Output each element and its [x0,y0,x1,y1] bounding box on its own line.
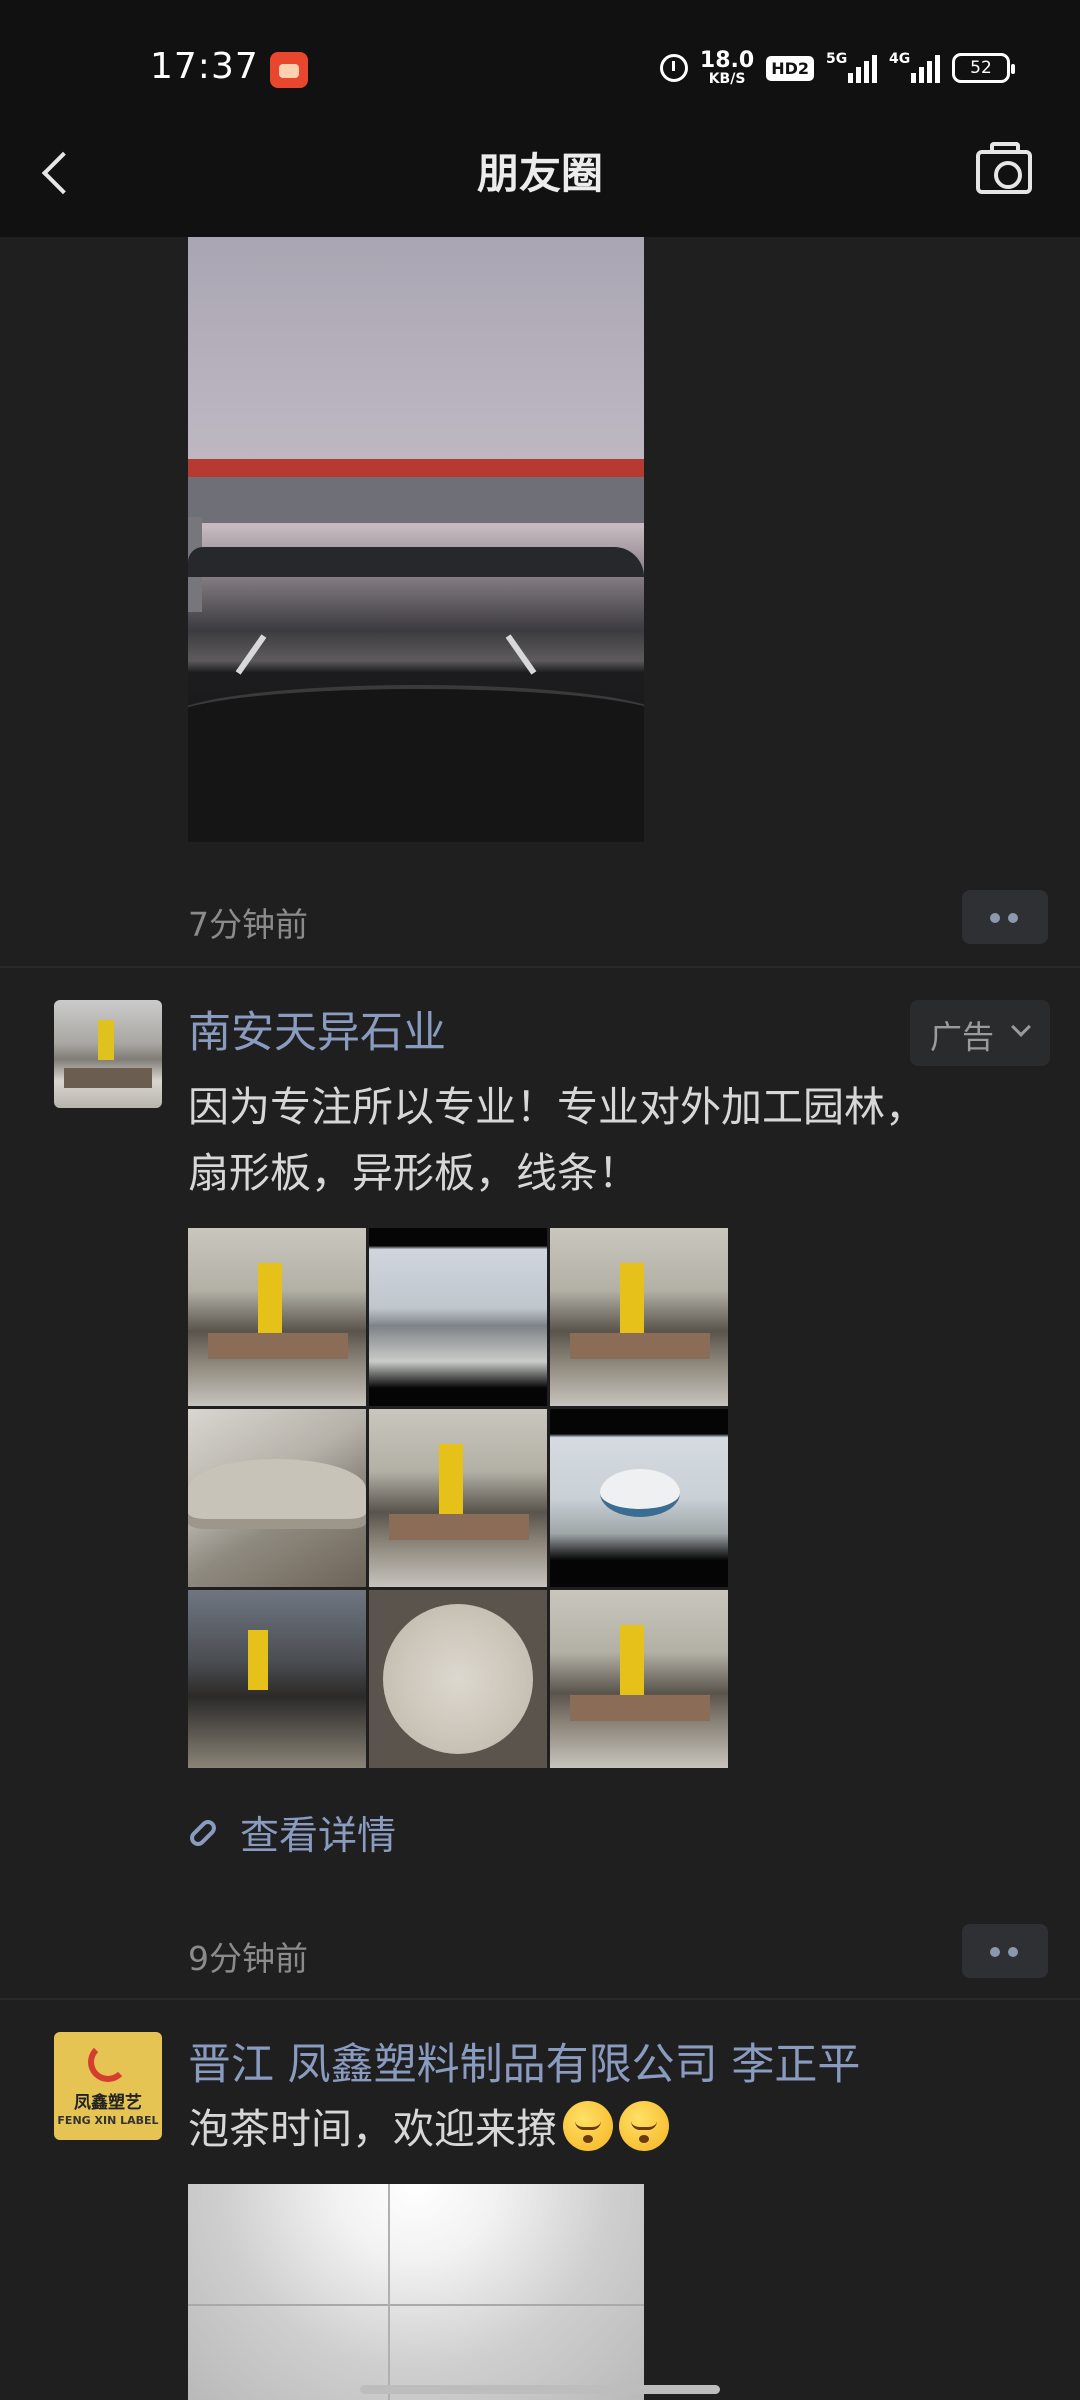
ad-label-button[interactable]: 广告 [910,1000,1050,1066]
notification-app-icon [270,52,308,88]
post-author-name[interactable]: 晋江 凤鑫塑料制品有限公司 李正平 [188,2030,860,2092]
view-details-link[interactable]: 查看详情 [186,1808,397,1859]
avatar[interactable]: 凤鑫塑艺 FENG XIN LABEL [54,2032,162,2140]
avatar-logo-text: 凤鑫塑艺 [74,2093,142,2113]
status-indicators: 18.0 KB/S HD2 5G 4G 52 [659,48,1015,88]
post-text-line-2: 扇形板，异形板，线条！ [188,1149,639,1197]
post-photo-road[interactable] [188,237,644,842]
more-options-button[interactable] [962,1924,1048,1978]
avatar-logo-text-en: FENG XIN LABEL [57,2114,159,2127]
ad-label: 广告 [930,1018,995,1056]
post-divider [0,966,1080,968]
avatar[interactable] [54,1000,162,1108]
page-title: 朋友圈 [476,149,603,198]
grid-photo[interactable] [188,1409,366,1587]
view-details-label: 查看详情 [240,1814,397,1859]
grid-photo[interactable] [550,1228,728,1406]
post-time: 9分钟前 [188,1939,308,1978]
grid-photo[interactable] [188,1228,366,1406]
post-time: 7分钟前 [188,905,308,944]
shush-emoji-icon [563,2101,613,2151]
grid-photo[interactable] [188,1590,366,1768]
post-photo-ceiling[interactable] [188,2184,644,2400]
grid-photo[interactable] [369,1228,547,1406]
post-text-line-1: 因为专注所以专业！专业对外加工园林， [188,1083,926,1131]
more-options-button[interactable] [962,890,1048,944]
network-speed-value: 18.0 [699,48,755,73]
signal-5g-label: 5G [826,51,848,67]
network-speed: 18.0 KB/S [699,48,755,87]
hd-badge: HD2 [766,55,814,81]
signal-4g-label: 4G [889,51,911,67]
grid-photo[interactable] [550,1590,728,1768]
status-time: 17:37 [150,46,259,87]
grid-photo[interactable] [550,1409,728,1587]
chevron-down-icon [1011,1017,1031,1037]
grid-photo[interactable] [369,1409,547,1587]
post-text-content: 泡茶时间，欢迎来撩 [188,2105,557,2153]
camera-icon[interactable] [976,142,1032,194]
battery-level: 52 [970,58,992,78]
post-text: 泡茶时间，欢迎来撩 [188,2096,669,2162]
post-author-name[interactable]: 南安天异石业 [188,998,446,1060]
alarm-icon [659,54,688,82]
signal-5g-icon: 5G [826,51,877,83]
link-icon [186,1816,220,1850]
shush-emoji-icon [619,2101,669,2151]
network-speed-unit: KB/S [708,71,746,87]
status-bar: 17:37 18.0 KB/S HD2 5G 4G 52 [0,0,1080,135]
home-indicator[interactable] [360,2385,720,2394]
grid-photo[interactable] [369,1590,547,1768]
photo-grid [188,1228,728,1768]
battery-icon: 52 [952,53,1015,83]
signal-4g-icon: 4G [889,51,940,83]
post-divider [0,1998,1080,2000]
